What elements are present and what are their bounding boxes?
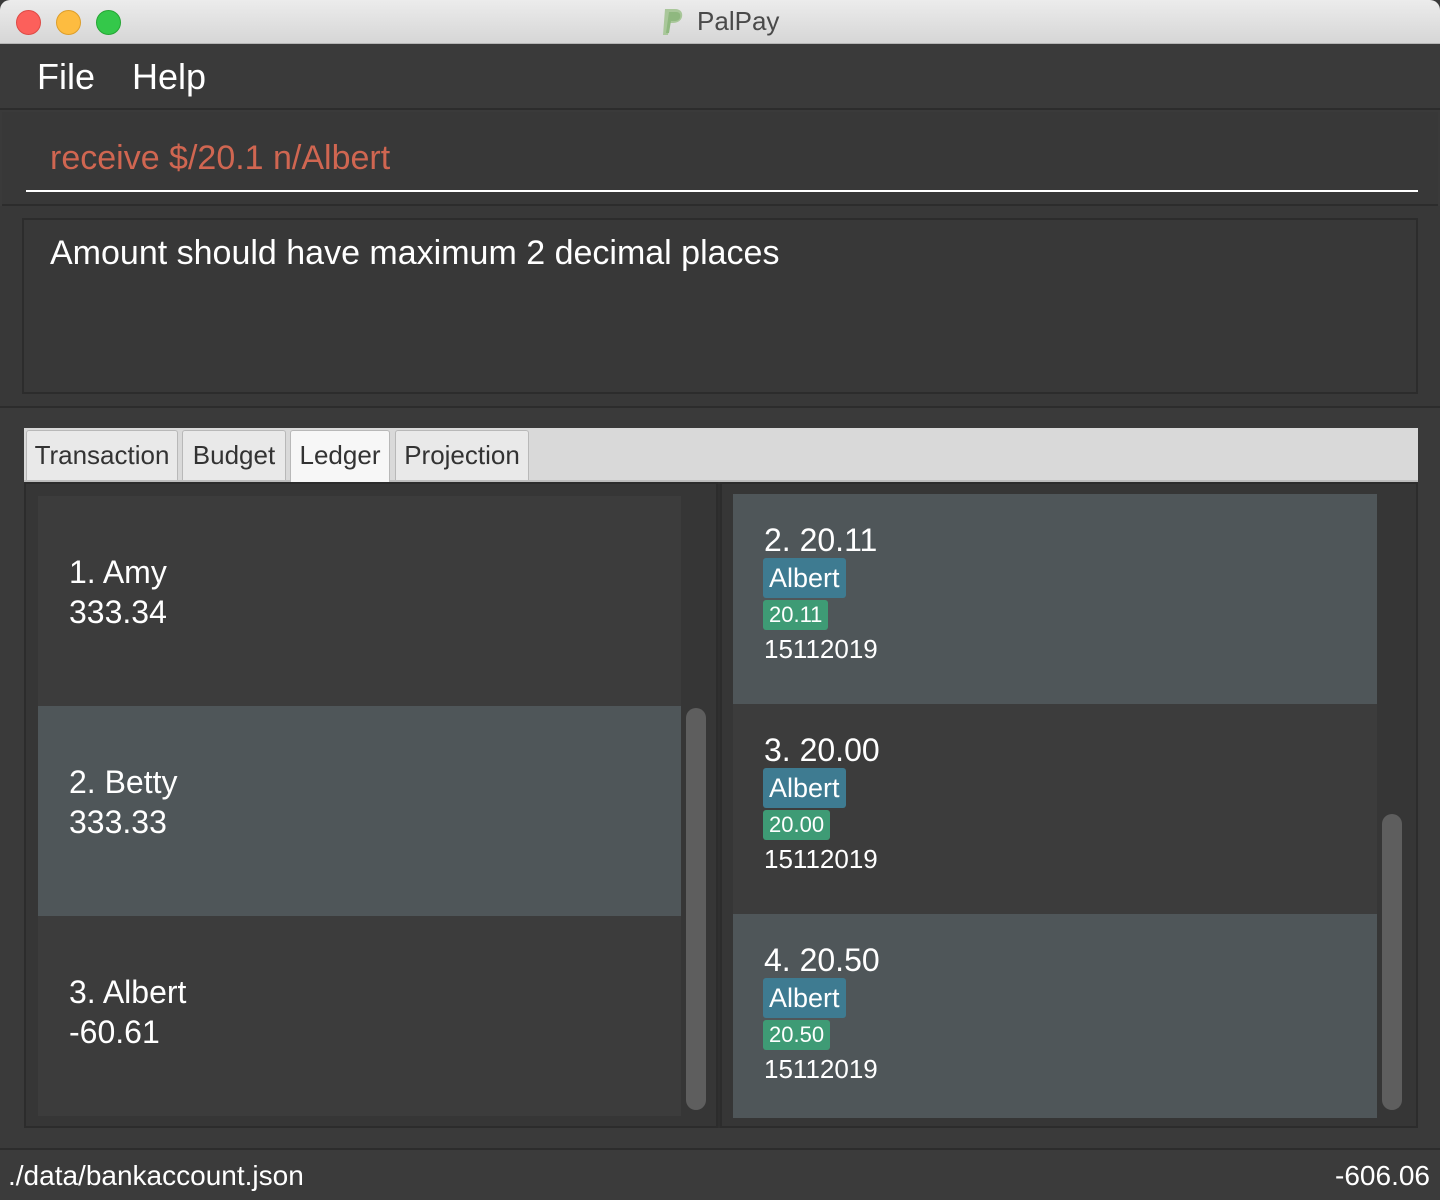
total-balance: -606.06 [1335, 1160, 1430, 1191]
amount-tag: 20.00 [763, 810, 831, 840]
amount-tag: 20.11 [763, 600, 829, 630]
tab-budget[interactable]: Budget [182, 430, 286, 480]
list-item[interactable]: 4. 20.50 Albert 20.50 15112019 [733, 914, 1377, 1118]
command-input[interactable] [26, 126, 1418, 192]
person-name: 1. Amy [69, 554, 167, 590]
person-balance: -60.61 [69, 1014, 160, 1050]
command-box [2, 112, 1438, 206]
result-display: Amount should have maximum 2 decimal pla… [22, 218, 1418, 394]
tab-ledger[interactable]: Ledger [290, 430, 390, 482]
palpay-logo-icon [662, 8, 682, 35]
people-list-panel: 1. Amy 333.34 2. Betty 333.33 3. Albert … [24, 482, 718, 1128]
tab-projection[interactable]: Projection [395, 430, 529, 480]
person-tag: Albert [763, 978, 846, 1018]
list-item[interactable]: 2. Betty 333.33 [38, 706, 681, 916]
person-balance: 333.33 [69, 804, 167, 840]
menu-file[interactable]: File [37, 56, 95, 98]
transaction-date: 15112019 [764, 634, 878, 664]
transaction-heading: 4. 20.50 [764, 942, 880, 978]
ledger-transactions-panel: 2. 20.11 Albert 20.11 15112019 3. 20.00 … [720, 482, 1418, 1128]
menu-help[interactable]: Help [132, 56, 206, 98]
list-item[interactable]: 3. Albert -60.61 [38, 916, 681, 1116]
transaction-heading: 3. 20.00 [764, 732, 880, 768]
result-display-panel: Amount should have maximum 2 decimal pla… [0, 206, 1440, 408]
ledger-transactions-list[interactable]: 2. 20.11 Albert 20.11 15112019 3. 20.00 … [733, 494, 1377, 1118]
ledger-list-scrollbar[interactable] [1382, 814, 1402, 1110]
person-name: 2. Betty [69, 764, 178, 800]
list-item[interactable]: 3. 20.00 Albert 20.00 15112019 [733, 704, 1377, 914]
window-title: PalPay [697, 6, 780, 36]
person-name: 3. Albert [69, 974, 187, 1010]
data-file-path: ./data/bankaccount.json [8, 1160, 304, 1191]
tab-bar: Transaction Budget Ledger Projection [24, 428, 1418, 482]
person-tag: Albert [763, 768, 846, 808]
person-tag: Albert [763, 558, 846, 598]
title-bar: PalPay [0, 0, 1440, 44]
window-title-group: PalPay [0, 6, 1440, 37]
list-item[interactable]: 2. 20.11 Albert 20.11 15112019 [733, 494, 1377, 704]
transaction-date: 15112019 [764, 1054, 878, 1084]
tab-transaction[interactable]: Transaction [26, 430, 178, 480]
amount-tag: 20.50 [763, 1020, 831, 1050]
people-list[interactable]: 1. Amy 333.34 2. Betty 333.33 3. Albert … [38, 496, 681, 1116]
status-bar: ./data/bankaccount.json -606.06 [0, 1148, 1440, 1200]
people-list-scrollbar[interactable] [686, 708, 706, 1110]
transaction-heading: 2. 20.11 [764, 522, 878, 558]
menu-bar: File Help [0, 44, 1440, 110]
result-message: Amount should have maximum 2 decimal pla… [50, 234, 780, 272]
transaction-date: 15112019 [764, 844, 878, 874]
person-balance: 333.34 [69, 594, 167, 630]
list-item[interactable]: 1. Amy 333.34 [38, 496, 681, 706]
tab-pane: Transaction Budget Ledger Projection 1. … [24, 428, 1418, 1128]
ledger-content: 1. Amy 333.34 2. Betty 333.33 3. Albert … [24, 482, 1418, 1128]
